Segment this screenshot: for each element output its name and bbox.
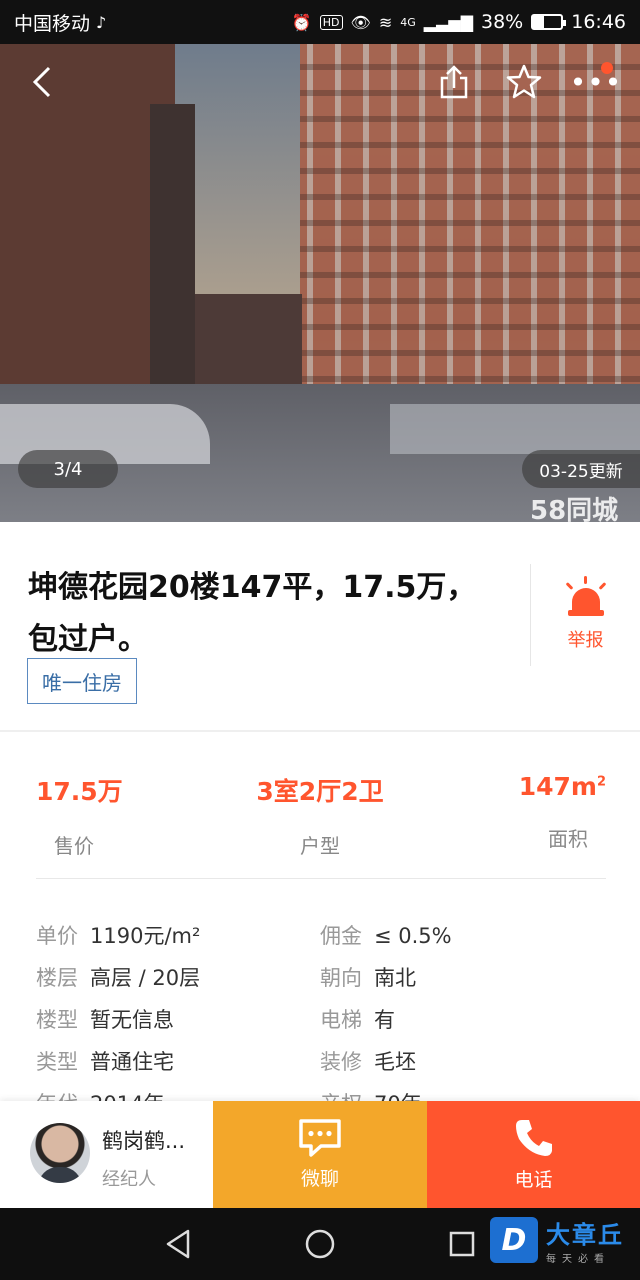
detail-row: 楼型 暂无信息 [36, 1004, 174, 1034]
call-label: 电话 [514, 1169, 553, 1191]
report-button[interactable]: 举报 [530, 564, 640, 666]
detail-row: 单价 1190元/m² [36, 920, 200, 950]
photo-snow-right [390, 404, 640, 454]
brand-logo: D [490, 1217, 538, 1263]
avatar [30, 1123, 90, 1183]
detail-key: 楼型 [36, 1008, 78, 1032]
detail-value: 南北 [374, 966, 416, 990]
detail-value: 有 [374, 1008, 395, 1032]
stat-layout-value: 3室2厅2卫 [256, 777, 384, 806]
photo-building-left-far [150, 104, 195, 404]
battery-percent: 38% [481, 11, 524, 33]
action-bar: 鹤岗鹤... 经纪人 微聊 电话 [0, 1101, 640, 1208]
detail-value: 毛坯 [374, 1050, 416, 1074]
agent-role: 经纪人 [102, 1169, 156, 1190]
back-button[interactable] [24, 62, 60, 102]
alarm-icon: ⏰ [291, 12, 312, 32]
photo-counter: 3/4 [18, 450, 118, 488]
detail-key: 单价 [36, 924, 78, 948]
star-icon [506, 64, 542, 99]
chat-label: 微聊 [300, 1168, 339, 1190]
carrier-label: 中国移动 [14, 12, 91, 35]
stat-area-unit-sup: 2 [596, 774, 606, 790]
alarm-icon [565, 576, 606, 618]
network-type: 4G [400, 15, 416, 29]
detail-value: 普通住宅 [90, 1050, 174, 1074]
nav-recents-button[interactable] [442, 1224, 482, 1264]
detail-key: 类型 [36, 1050, 78, 1074]
listing-tag: 唯一住房 [27, 658, 137, 704]
back-triangle-icon [166, 1229, 190, 1259]
stat-price-label: 售价 [54, 834, 94, 858]
chat-icon [299, 1119, 341, 1157]
detail-row: 朝向 南北 [320, 962, 416, 992]
detail-row: 装修 毛坯 [320, 1046, 416, 1076]
stat-area-number: 147m [518, 772, 597, 801]
stat-area: 147m2 面积 [519, 772, 606, 852]
agent-name: 鹤岗鹤... [102, 1129, 186, 1153]
detail-key: 佣金 [320, 924, 362, 948]
clock: 16:46 [571, 11, 626, 33]
key-stats: 17.5万 售价 3室2厅2卫 户型 147m2 面积 [0, 732, 640, 878]
divider [36, 878, 606, 879]
stat-layout: 3室2厅2卫 户型 [250, 772, 390, 859]
details-grid: 单价 1190元/m² 佣金 ≤ 0.5% 楼层 高层 / 20层 朝向 南北 楼型 暂无… [0, 912, 640, 1102]
detail-value: 1190元/m² [90, 924, 201, 948]
update-date-badge: 03-25更新 [522, 450, 640, 488]
share-button[interactable] [434, 62, 474, 102]
detail-value: 暂无信息 [90, 1008, 174, 1032]
stat-layout-label: 户型 [300, 834, 340, 858]
stat-price-value: 17.5万 [36, 777, 123, 806]
listing-title: 坤德花园20楼147平，17.5万，包过户。 [28, 570, 477, 657]
nav-back-button[interactable] [158, 1224, 198, 1264]
eye-icon: 👁 [350, 12, 371, 32]
detail-value: ≤ 0.5% [374, 924, 452, 948]
recents-square-icon [449, 1231, 475, 1257]
brand-slogan: 每天必看 [546, 1254, 610, 1265]
status-bar: 中国移动 ♪ ⏰ HD 👁 ≋ 4G ▂▃▅▇ 38% 16:46 [0, 0, 640, 44]
hd-icon: HD [319, 14, 343, 30]
favorite-button[interactable] [504, 62, 544, 102]
call-button[interactable]: 电话 [427, 1101, 640, 1208]
chat-button[interactable]: 微聊 [213, 1101, 427, 1208]
nav-home-button[interactable] [300, 1224, 340, 1264]
detail-row: 年代2014年 [36, 1088, 164, 1102]
notification-dot [601, 62, 613, 74]
back-arrow-icon [32, 66, 51, 98]
signal-icon: ▂▃▅▇ [423, 12, 473, 32]
share-icon [440, 65, 468, 99]
report-label: 举报 [567, 630, 604, 651]
brand-name: 大章丘 [546, 1221, 624, 1249]
detail-row: 产权70年 [320, 1088, 422, 1102]
detail-row: 佣金 ≤ 0.5% [320, 920, 452, 950]
agent-card[interactable]: 鹤岗鹤... 经纪人 [0, 1101, 213, 1208]
detail-key: 楼层 [36, 966, 78, 990]
stat-area-value: 147m2 [519, 772, 606, 801]
detail-key: 电梯 [320, 1008, 362, 1032]
tiktok-icon: ♪ [96, 12, 107, 32]
stat-price: 17.5万 售价 [36, 772, 123, 859]
stat-area-label: 面积 [548, 827, 588, 851]
detail-row: 类型 普通住宅 [36, 1046, 174, 1076]
detail-key: 装修 [320, 1050, 362, 1074]
detail-row: 电梯有 [320, 1004, 395, 1034]
detail-row: 楼层 高层 / 20层 [36, 962, 200, 992]
more-dots-icon: ••• [569, 65, 623, 99]
battery-icon [531, 14, 567, 30]
phone-icon [515, 1120, 552, 1156]
detail-key: 朝向 [320, 966, 362, 990]
detail-value: 高层 / 20层 [90, 966, 201, 990]
title-section: 坤德花园20楼147平，17.5万，包过户。 举报 唯一住房 [0, 522, 640, 730]
home-circle-icon [305, 1229, 335, 1259]
brand-watermark: D 大章丘 每天必看 [490, 1210, 624, 1270]
wifi-icon: ≋ [378, 12, 393, 32]
